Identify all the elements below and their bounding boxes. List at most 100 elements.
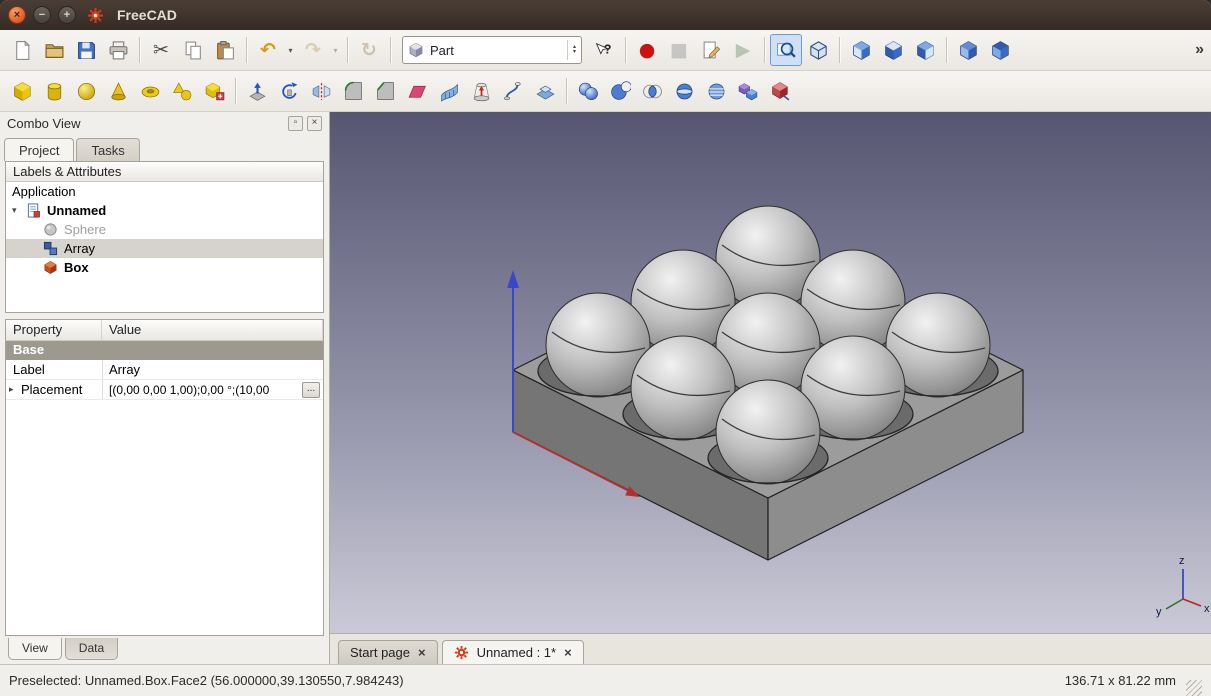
view-bottom-button[interactable]	[984, 34, 1016, 66]
print-button[interactable]	[102, 34, 134, 66]
folder-icon	[44, 40, 65, 61]
expander-icon[interactable]: ▸	[9, 384, 21, 395]
floppy-icon	[76, 40, 97, 61]
tree-item-application[interactable]: Application	[6, 182, 323, 201]
macro-edit-button[interactable]	[695, 34, 727, 66]
box-button[interactable]	[6, 75, 38, 107]
macro-record-button[interactable]: ●	[631, 34, 663, 66]
redo-button[interactable]: ↷	[297, 34, 329, 66]
toolbar-separator	[764, 37, 765, 63]
standard-toolbar: ✂↶▾↷▾↻Part▴▾?●■▶»	[0, 30, 1211, 71]
workbench-selector[interactable]: Part▴▾	[402, 36, 582, 64]
view-axonometric-button[interactable]	[802, 34, 834, 66]
close-tab-icon[interactable]: ×	[564, 646, 572, 659]
tab-tasks[interactable]: Tasks	[76, 138, 139, 161]
cut-button[interactable]: ✂	[145, 34, 177, 66]
ruled-surface-button[interactable]	[433, 75, 465, 107]
box-icon	[43, 260, 59, 276]
page-icon	[12, 40, 33, 61]
extrude-button[interactable]	[241, 75, 273, 107]
tab-unnamed-document[interactable]: Unnamed : 1* ×	[442, 640, 584, 664]
value-column-header[interactable]: Value	[102, 320, 323, 340]
document-icon	[26, 203, 42, 219]
minimize-window-button[interactable]: −	[33, 6, 51, 24]
view-rear-button[interactable]	[952, 34, 984, 66]
boolean-union-button[interactable]	[572, 75, 604, 107]
shape-builder-button[interactable]	[198, 75, 230, 107]
whats-this-button[interactable]: ?	[588, 34, 620, 66]
boolean-cut-button[interactable]	[604, 75, 636, 107]
tree-item-sphere[interactable]: Sphere	[6, 220, 323, 239]
revolve-button[interactable]	[273, 75, 305, 107]
boolean-intersection-button[interactable]	[636, 75, 668, 107]
open-document-button[interactable]	[38, 34, 70, 66]
maximize-window-button[interactable]: +	[58, 6, 76, 24]
torus-button[interactable]	[134, 75, 166, 107]
new-document-button[interactable]	[6, 34, 38, 66]
toolbar-separator	[625, 37, 626, 63]
make-compound-button[interactable]	[732, 75, 764, 107]
cubewire-icon	[808, 40, 829, 61]
intersect-icon	[642, 81, 663, 102]
property-group-base[interactable]: Base	[6, 341, 323, 360]
printer-icon	[108, 40, 129, 61]
create-primitives-button[interactable]	[166, 75, 198, 107]
expander-icon[interactable]: ▾	[12, 205, 26, 216]
tab-start-page[interactable]: Start page ×	[338, 640, 438, 664]
chamfer-button[interactable]	[369, 75, 401, 107]
3d-scene[interactable]: z y x	[330, 112, 1211, 633]
toolbar-separator	[566, 78, 567, 104]
paste-button[interactable]	[209, 34, 241, 66]
close-window-button[interactable]: ×	[8, 6, 26, 24]
loft-button[interactable]	[465, 75, 497, 107]
defeaturing-button[interactable]	[764, 75, 796, 107]
tab-view[interactable]: View	[8, 638, 62, 660]
panel-float-button[interactable]: ▫	[288, 116, 303, 131]
tab-project[interactable]: Project	[4, 138, 74, 161]
panel-close-button[interactable]: ×	[307, 116, 322, 131]
cross-sections-button[interactable]	[700, 75, 732, 107]
macro-execute-button[interactable]: ▶	[727, 34, 759, 66]
view-top-button[interactable]	[877, 34, 909, 66]
3d-viewport[interactable]: z y x	[330, 112, 1211, 633]
fillet-button[interactable]	[337, 75, 369, 107]
cube-front-icon	[851, 40, 872, 61]
cylinder-button[interactable]	[38, 75, 70, 107]
part-toolbar	[0, 71, 1211, 112]
view-front-button[interactable]	[845, 34, 877, 66]
undo-dropdown[interactable]: ▾	[284, 34, 297, 66]
mirror-button[interactable]	[305, 75, 337, 107]
view-fit-all-button[interactable]	[770, 34, 802, 66]
redo-dropdown[interactable]: ▾	[329, 34, 342, 66]
close-tab-icon[interactable]: ×	[418, 646, 426, 659]
refresh-button[interactable]: ↻	[353, 34, 385, 66]
property-row-label[interactable]: Label Array	[6, 360, 323, 380]
toolbar-overflow-button[interactable]: »	[1195, 41, 1204, 59]
sphere-button[interactable]	[70, 75, 102, 107]
offset-button[interactable]	[529, 75, 561, 107]
statusbar: Preselected: Unnamed.Box.Face2 (56.00000…	[0, 664, 1211, 696]
section-icon	[674, 81, 695, 102]
tab-data[interactable]: Data	[65, 638, 118, 660]
sph-y-icon	[76, 81, 97, 102]
tree-item-unnamed[interactable]: ▾ Unnamed	[6, 201, 323, 220]
placement-edit-button[interactable]: ...	[302, 382, 320, 398]
combo-spinner-icon[interactable]: ▴▾	[567, 40, 576, 60]
property-column-header[interactable]: Property	[6, 320, 102, 340]
resize-grip[interactable]	[1186, 680, 1202, 696]
titlebar[interactable]: × − + FreeCAD	[0, 0, 1211, 30]
macro-stop-button[interactable]: ■	[663, 34, 695, 66]
save-document-button[interactable]	[70, 34, 102, 66]
undo-button[interactable]: ↶	[252, 34, 284, 66]
cut-icon	[610, 81, 631, 102]
view-right-button[interactable]	[909, 34, 941, 66]
cone-button[interactable]	[102, 75, 134, 107]
tree-item-array[interactable]: Array	[6, 239, 323, 258]
make-face-button[interactable]	[401, 75, 433, 107]
section-button[interactable]	[668, 75, 700, 107]
sweep-button[interactable]	[497, 75, 529, 107]
property-row-placement[interactable]: ▸ Placement [(0,00 0,00 1,00);0,00 °;(10…	[6, 380, 323, 400]
tree-item-box[interactable]: Box	[6, 258, 323, 277]
loft-icon	[471, 81, 492, 102]
copy-button[interactable]	[177, 34, 209, 66]
